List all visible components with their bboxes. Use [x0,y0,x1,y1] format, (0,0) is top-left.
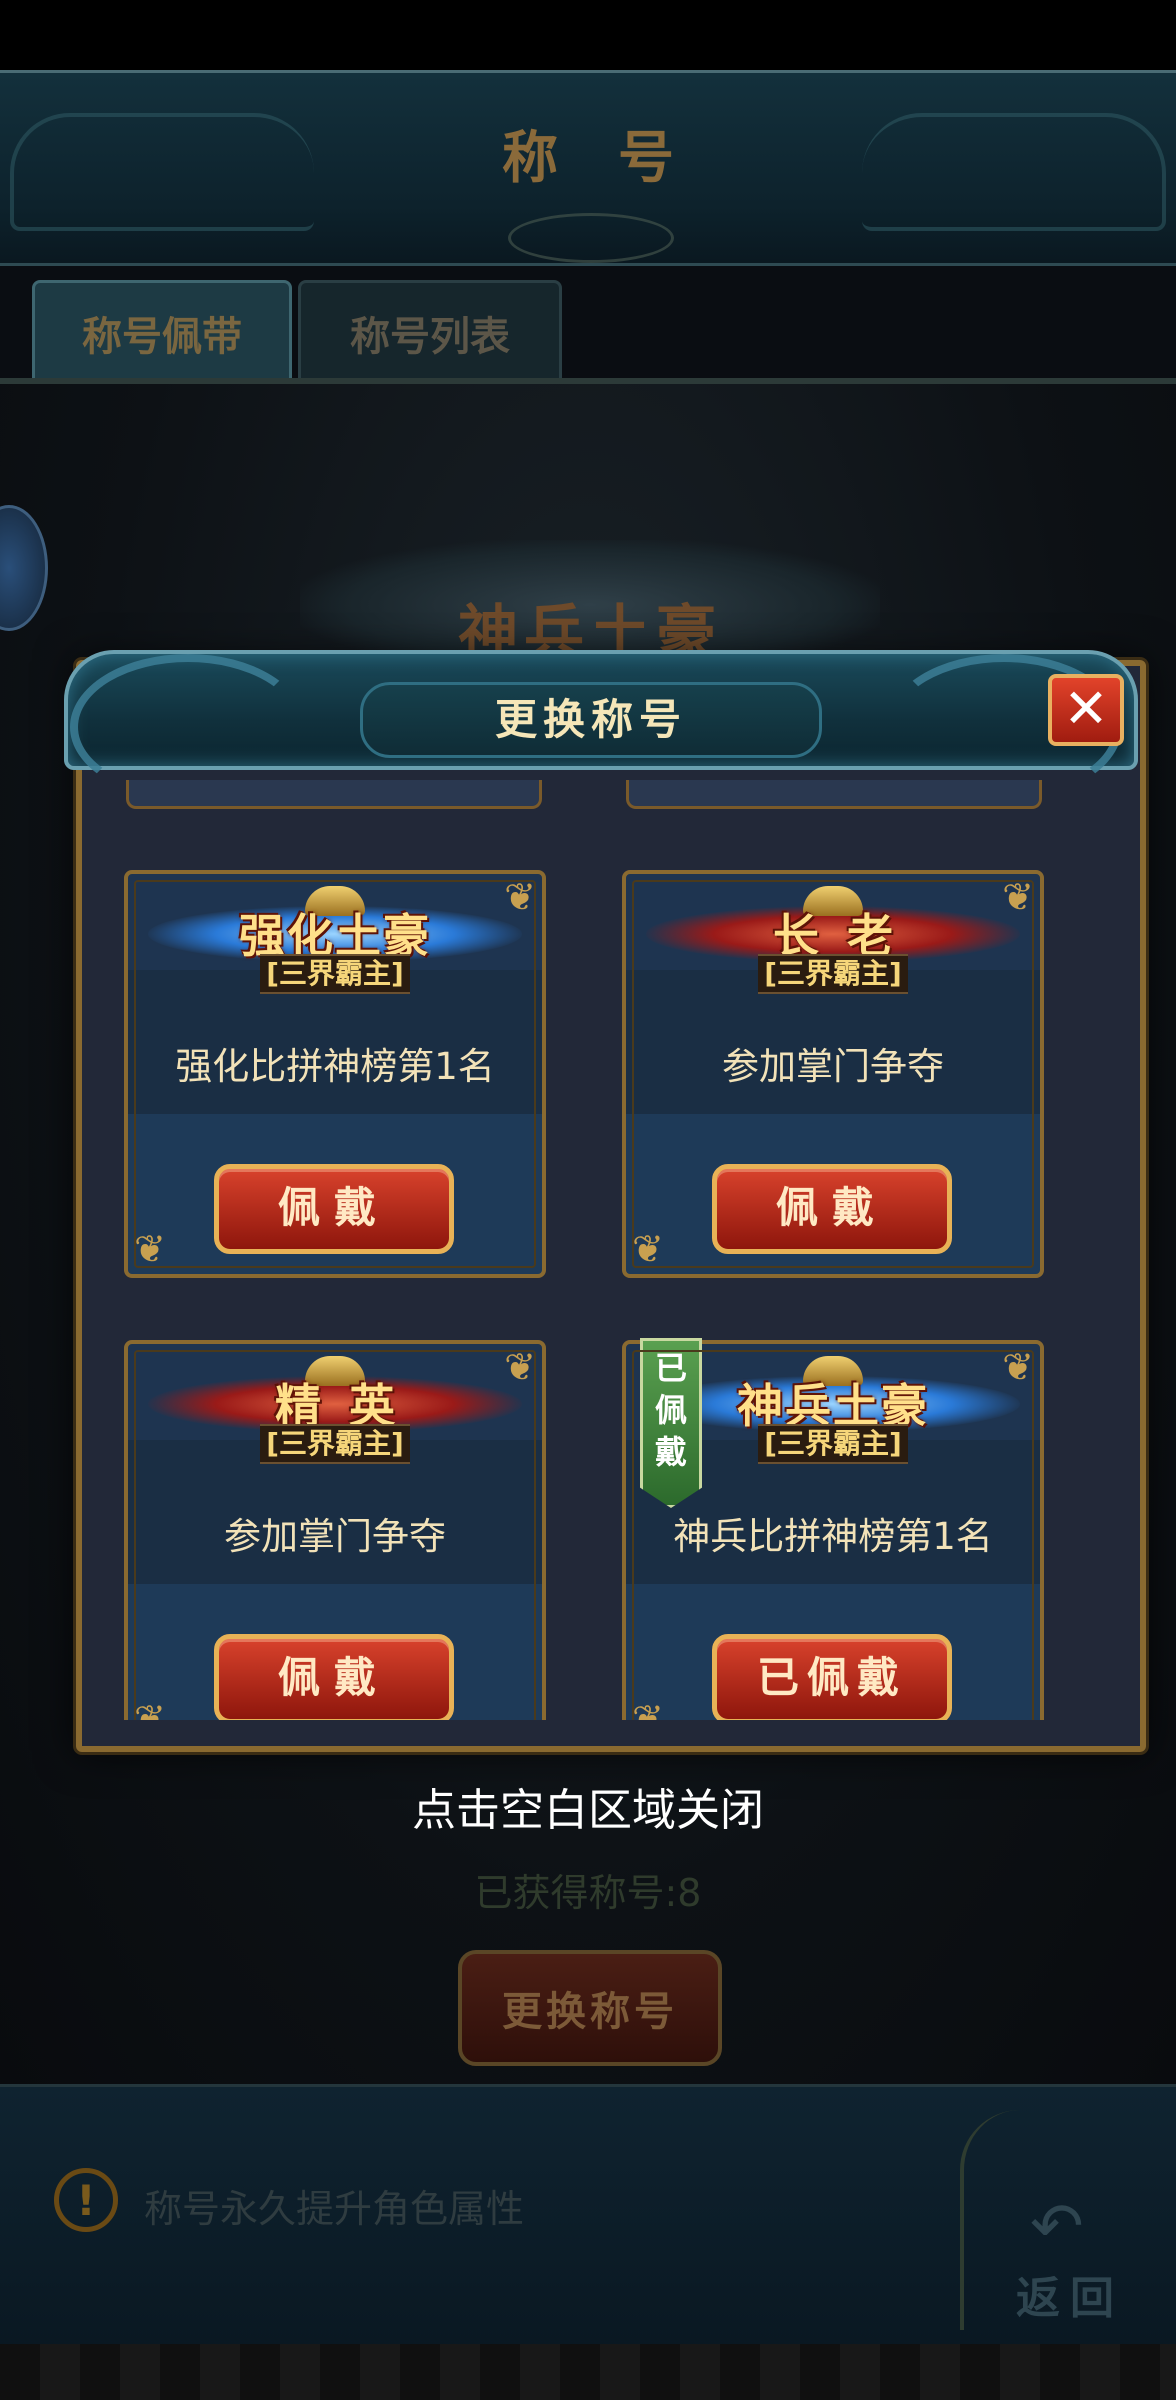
scrolled-card-edges [126,780,1056,814]
back-arrow-icon: ↶ [1030,2190,1084,2264]
badge-rank: [三界霸主] [758,954,908,994]
title-badge: 精英 [三界霸主] [148,1356,522,1464]
corner-ornament: ❦ [632,1227,664,1271]
title-card-equipped: ❦ ❦ 神兵土豪 [三界霸主] 已佩戴 神兵比拼神榜第1名 已佩戴 [622,1338,1044,1720]
badge-rank: [三界霸主] [758,1424,908,1464]
status-bar [0,0,1176,70]
equipped-ribbon-label: 已佩戴 [654,1349,687,1471]
modal-title: 更换称号 [360,682,822,758]
wear-button[interactable]: 佩戴 [214,1164,454,1254]
close-icon[interactable]: ✕ [1048,674,1124,746]
tap-to-close-hint[interactable]: 点击空白区域关闭 [0,1774,1176,1838]
info-icon: ! [54,2168,118,2232]
title-count: 已获得称号:8 [474,1871,702,1915]
title-card-grid: ❦ ❦ 强化土豪 [三界霸主] 强化比拼神榜第1名 佩戴 ❦ ❦ 长老 [三界霸… [90,830,1090,1720]
title-card: ❦ ❦ 精英 [三界霸主] 参加掌门争夺 佩戴 [124,1340,546,1720]
page-header: 称号 [0,70,1176,266]
title-condition: 参加掌门争夺 [224,1515,446,1558]
header-center-ornament [508,213,674,263]
title-card: ❦ ❦ 长老 [三界霸主] 参加掌门争夺 佩戴 [622,870,1044,1278]
wear-button[interactable]: 佩戴 [214,1634,454,1720]
cloud-ornament-left [70,654,306,800]
tab-title-wear[interactable]: 称号佩带 [32,280,292,386]
badge-rank: [三界霸主] [260,954,410,994]
equipped-ribbon: 已佩戴 [640,1338,702,1508]
corner-ornament: ❦ [632,1697,664,1720]
title-badge: 神兵土豪 [三界霸主] [646,1356,1020,1464]
title-condition: 参加掌门争夺 [722,1045,944,1088]
bottom-decor-band [0,2344,1176,2400]
equipped-button[interactable]: 已佩戴 [712,1634,952,1720]
tab-title-list[interactable]: 称号列表 [298,280,562,386]
title-condition: 强化比拼神榜第1名 [175,1045,495,1088]
page-title: 称号 [502,125,734,191]
corner-ornament: ❦ [134,1697,166,1720]
info-text: 称号永久提升角色属性 [144,2187,525,2231]
title-condition: 神兵比拼神榜第1名 [673,1515,993,1558]
corner-ornament: ❦ [134,1227,166,1271]
badge-rank: [三界霸主] [260,1424,410,1464]
wear-button[interactable]: 佩戴 [712,1164,952,1254]
title-card: ❦ ❦ 强化土豪 [三界霸主] 强化比拼神榜第1名 佩戴 [124,870,546,1278]
title-badge: 长老 [三界霸主] [646,886,1020,994]
title-badge: 强化土豪 [三界霸主] [148,886,522,994]
change-title-button[interactable]: 更换称号 [458,1950,722,2066]
back-button-label: 返回 [1016,2273,1124,2324]
